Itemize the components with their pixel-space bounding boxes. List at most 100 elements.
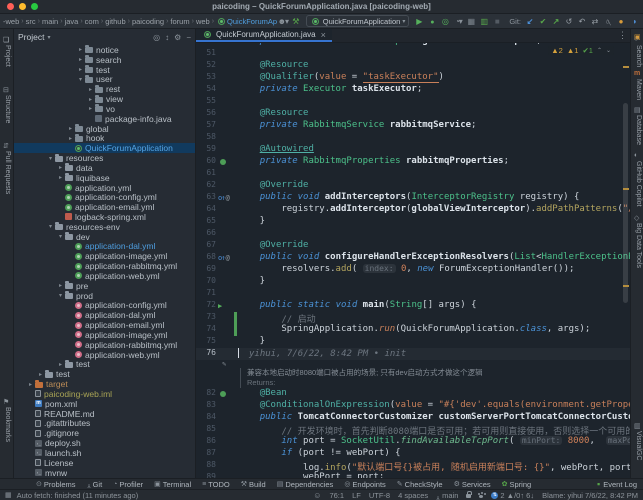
- tree-item-resources-env[interactable]: ▾resources-env: [14, 222, 195, 232]
- git-update-icon[interactable]: [524, 17, 536, 26]
- line-number[interactable]: 70: [196, 276, 218, 288]
- override-gutter-icon[interactable]: o↑: [218, 194, 224, 202]
- toolwindow-checkstyle[interactable]: CheckStyle: [397, 480, 443, 489]
- tree-item-liquibase[interactable]: ▸liquibase: [14, 173, 195, 183]
- expand-collapse-icon[interactable]: ↕: [165, 33, 169, 42]
- line-number[interactable]: 89: [196, 472, 218, 478]
- line-number[interactable]: 76: [196, 348, 218, 360]
- code-text[interactable]: webPort = port;: [234, 472, 630, 478]
- code-text[interactable]: resolvers.add( index: 0, new ForumExcept…: [234, 264, 630, 276]
- translate-icon[interactable]: [589, 17, 601, 26]
- tree-item-user[interactable]: ▾user: [14, 74, 195, 84]
- line-number[interactable]: 72: [196, 300, 218, 312]
- tree-item-target[interactable]: ▸target: [14, 379, 195, 389]
- tree-item-resources[interactable]: ▾resources: [14, 153, 195, 163]
- code-text[interactable]: @Override: [234, 180, 630, 192]
- spring-bean-gutter-icon[interactable]: [220, 159, 226, 165]
- code-text[interactable]: @Resource: [234, 108, 630, 120]
- tree-item-launch-sh[interactable]: launch.sh: [14, 448, 195, 458]
- build-hammer-icon[interactable]: [290, 17, 302, 26]
- chevron-expanded-icon[interactable]: ▾: [56, 292, 65, 299]
- stop-icon[interactable]: [491, 17, 503, 26]
- toolwindow-stripe-visualgc[interactable]: VisualGC: [631, 431, 643, 500]
- code-text[interactable]: private RabbitmqProperties rabbitmqPrope…: [234, 156, 630, 168]
- tree-item-deploy-sh[interactable]: deploy.sh: [14, 438, 195, 448]
- edit-doc-pencil-icon[interactable]: ✎: [222, 360, 226, 368]
- tree-item-pom-xml[interactable]: pom.xml: [14, 399, 195, 409]
- chevron-collapsed-icon[interactable]: ▸: [36, 371, 45, 378]
- code-text[interactable]: // 启动: [234, 312, 630, 324]
- search-everywhere-icon[interactable]: [602, 17, 614, 26]
- caret-position[interactable]: 76:1: [329, 491, 344, 500]
- line-number[interactable]: 84: [196, 412, 218, 424]
- code-text[interactable]: @Override: [234, 240, 630, 252]
- editor-scrollbar[interactable]: [622, 43, 630, 478]
- chevron-collapsed-icon[interactable]: ▸: [26, 381, 35, 388]
- tree-item-quickforumapplication[interactable]: QuickForumApplication: [14, 143, 195, 153]
- line-number[interactable]: 58: [196, 132, 218, 144]
- tree-item-data[interactable]: ▸data: [14, 163, 195, 173]
- toolwindow-build[interactable]: Build: [241, 480, 266, 489]
- file-encoding[interactable]: UTF-8: [369, 491, 390, 500]
- tree-item-application-dal-yml[interactable]: application-dal.yml: [14, 310, 195, 320]
- hide-panel-icon[interactable]: −: [186, 33, 191, 42]
- spring-bean-gutter-icon[interactable]: [220, 391, 226, 397]
- line-number[interactable]: 85: [196, 424, 218, 436]
- code-text[interactable]: if (port != webPort) {: [234, 448, 630, 460]
- tree-item-test[interactable]: ▸test: [14, 369, 195, 379]
- tree-item-application-email-yml[interactable]: application-email.yml: [14, 320, 195, 330]
- line-number[interactable]: 63: [196, 192, 218, 204]
- chevron-down-icon[interactable]: ▾: [47, 34, 50, 41]
- services-icon[interactable]: [465, 17, 477, 26]
- line-number[interactable]: 68: [196, 252, 218, 264]
- toolwindow-stripe-pull-requests[interactable]: Pull Requests: [0, 151, 13, 221]
- tree-item-gitattributes[interactable]: .gitattributes: [14, 418, 195, 428]
- line-number[interactable]: 86: [196, 436, 218, 448]
- chevron-collapsed-icon[interactable]: ▸: [56, 164, 65, 171]
- warning-stripe-mark[interactable]: [623, 188, 629, 190]
- code-text[interactable]: registry.addInterceptor(globalViewInterc…: [234, 204, 630, 216]
- tree-item-prod[interactable]: ▾prod: [14, 291, 195, 301]
- layers-icon[interactable]: [478, 17, 490, 26]
- breadcrumb-item-github[interactable]: github: [105, 17, 125, 26]
- line-number[interactable]: 69: [196, 264, 218, 276]
- toolwindow-problems[interactable]: Problems: [36, 480, 76, 489]
- plugin-duo-icon[interactable]: [628, 17, 640, 26]
- git-push-icon[interactable]: [550, 17, 562, 26]
- plugin-orange-icon[interactable]: [615, 17, 627, 26]
- code-text[interactable]: log.info("默认端口号{}被占用, 随机启用新端口号: {}", web…: [234, 460, 630, 472]
- line-number[interactable]: 74: [196, 324, 218, 336]
- line-separator[interactable]: LF: [352, 491, 361, 500]
- line-number[interactable]: 52: [196, 60, 218, 72]
- toolwindow-stripe-bookmarks[interactable]: Bookmarks: [0, 407, 13, 477]
- chevron-collapsed-icon[interactable]: ▸: [56, 361, 65, 368]
- tree-item-application-rabbitmq-yml[interactable]: application-rabbitmq.yml: [14, 261, 195, 271]
- tree-item-application-web-yml[interactable]: application-web.yml: [14, 350, 195, 360]
- toolwindow-git[interactable]: Git: [87, 480, 103, 489]
- annotation-gutter-icon[interactable]: @: [225, 194, 229, 202]
- line-number[interactable]: 66: [196, 228, 218, 240]
- tree-item-search[interactable]: ▸search: [14, 55, 195, 65]
- chevron-expanded-icon[interactable]: ▾: [56, 233, 65, 240]
- tree-item-hook[interactable]: ▸hook: [14, 133, 195, 143]
- breadcrumb-item-java[interactable]: java: [65, 17, 79, 26]
- chevron-collapsed-icon[interactable]: ▸: [56, 282, 65, 289]
- code-text[interactable]: @Bean: [234, 388, 630, 400]
- run-icon[interactable]: [413, 17, 425, 26]
- tree-item-test[interactable]: ▸test: [14, 65, 195, 75]
- line-number[interactable]: 73: [196, 312, 218, 324]
- code-text[interactable]: [234, 168, 630, 180]
- chevron-collapsed-icon[interactable]: ▸: [66, 135, 75, 142]
- history-icon[interactable]: [563, 17, 575, 26]
- profiler-dropdown-icon[interactable]: [452, 17, 464, 26]
- project-panel-title[interactable]: Project: [18, 32, 44, 42]
- toolwindow-todo[interactable]: TODO: [202, 480, 230, 489]
- tree-item-rest[interactable]: ▸rest: [14, 84, 195, 94]
- code-text[interactable]: @ConditionalOnExpression(value = "#{'dev…: [234, 400, 630, 412]
- close-icon[interactable]: ×: [321, 30, 326, 40]
- line-number[interactable]: 82: [196, 388, 218, 400]
- readonly-toggle[interactable]: [466, 492, 471, 498]
- rollback-icon[interactable]: [576, 17, 588, 26]
- tab-options-icon[interactable]: ⋮: [618, 30, 627, 41]
- code-text[interactable]: }: [234, 336, 630, 348]
